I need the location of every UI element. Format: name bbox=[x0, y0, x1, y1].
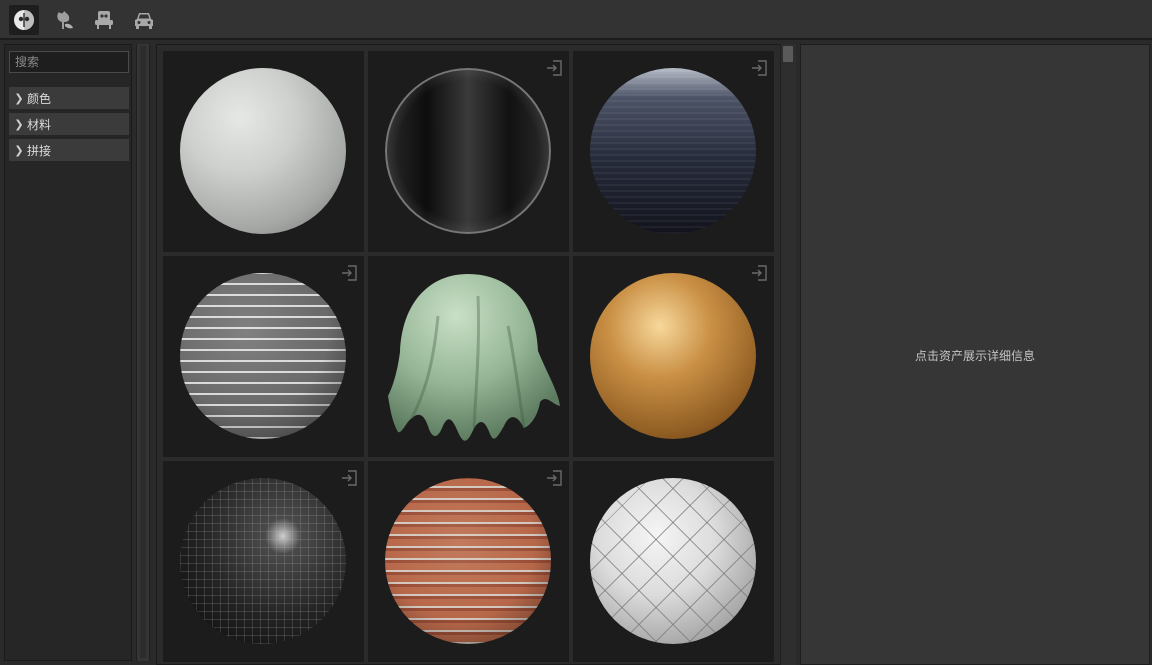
material-category-button[interactable] bbox=[9, 5, 39, 35]
import-icon[interactable] bbox=[545, 59, 563, 77]
asset-tile-red-brick[interactable] bbox=[368, 461, 569, 662]
category-label: 拼接 bbox=[27, 143, 52, 158]
furniture-category-button[interactable] bbox=[89, 5, 119, 35]
chevron-right-icon: ❯ bbox=[14, 117, 24, 131]
category-label: 材料 bbox=[27, 117, 52, 132]
plant-category-button[interactable] bbox=[49, 5, 79, 35]
car-icon bbox=[135, 13, 153, 29]
asset-tile-wood-tile[interactable] bbox=[573, 256, 774, 457]
material-preview bbox=[590, 273, 756, 439]
chevron-right-icon: ❯ bbox=[14, 91, 24, 105]
material-preview bbox=[590, 478, 756, 644]
import-icon[interactable] bbox=[750, 264, 768, 282]
material-preview bbox=[590, 68, 756, 234]
category-item-tiling[interactable]: ❯ 拼接 bbox=[9, 139, 129, 161]
category-sidebar: ❯ 颜色 ❯ 材料 ❯ 拼接 bbox=[4, 44, 132, 661]
asset-tile-water[interactable] bbox=[573, 51, 774, 252]
asset-grid bbox=[156, 44, 796, 665]
category-item-material[interactable]: ❯ 材料 bbox=[9, 113, 129, 135]
material-preview bbox=[180, 478, 346, 644]
asset-grid-scrollbar[interactable] bbox=[780, 44, 796, 665]
import-icon[interactable] bbox=[545, 469, 563, 487]
material-sphere-icon bbox=[14, 10, 34, 30]
import-icon[interactable] bbox=[750, 59, 768, 77]
furniture-icon bbox=[95, 11, 113, 29]
material-preview bbox=[180, 273, 346, 439]
category-item-color[interactable]: ❯ 颜色 bbox=[9, 87, 129, 109]
material-preview bbox=[180, 68, 346, 234]
cloth-preview bbox=[388, 274, 560, 441]
asset-tile-glass[interactable] bbox=[368, 51, 569, 252]
chevron-right-icon: ❯ bbox=[14, 143, 24, 157]
asset-tile-brick[interactable] bbox=[163, 256, 364, 457]
import-icon[interactable] bbox=[340, 469, 358, 487]
asset-tile-black-tile[interactable] bbox=[163, 461, 364, 662]
asset-tile-diamond-tile[interactable] bbox=[573, 461, 774, 662]
plant-icon bbox=[57, 11, 73, 29]
material-preview bbox=[385, 68, 551, 234]
asset-tile-plaster[interactable] bbox=[163, 51, 364, 252]
asset-tile-cloth[interactable] bbox=[368, 256, 569, 457]
search-input[interactable] bbox=[9, 51, 129, 73]
sidebar-splitter[interactable] bbox=[136, 44, 150, 661]
category-label: 颜色 bbox=[27, 91, 52, 106]
vehicle-category-button[interactable] bbox=[129, 5, 159, 35]
asset-detail-panel: 点击资产展示详细信息 bbox=[800, 44, 1150, 665]
import-icon[interactable] bbox=[340, 264, 358, 282]
top-toolbar bbox=[0, 0, 1152, 40]
material-preview bbox=[385, 478, 551, 644]
detail-hint-text: 点击资产展示详细信息 bbox=[914, 349, 1035, 363]
scrollbar-thumb[interactable] bbox=[783, 46, 793, 62]
